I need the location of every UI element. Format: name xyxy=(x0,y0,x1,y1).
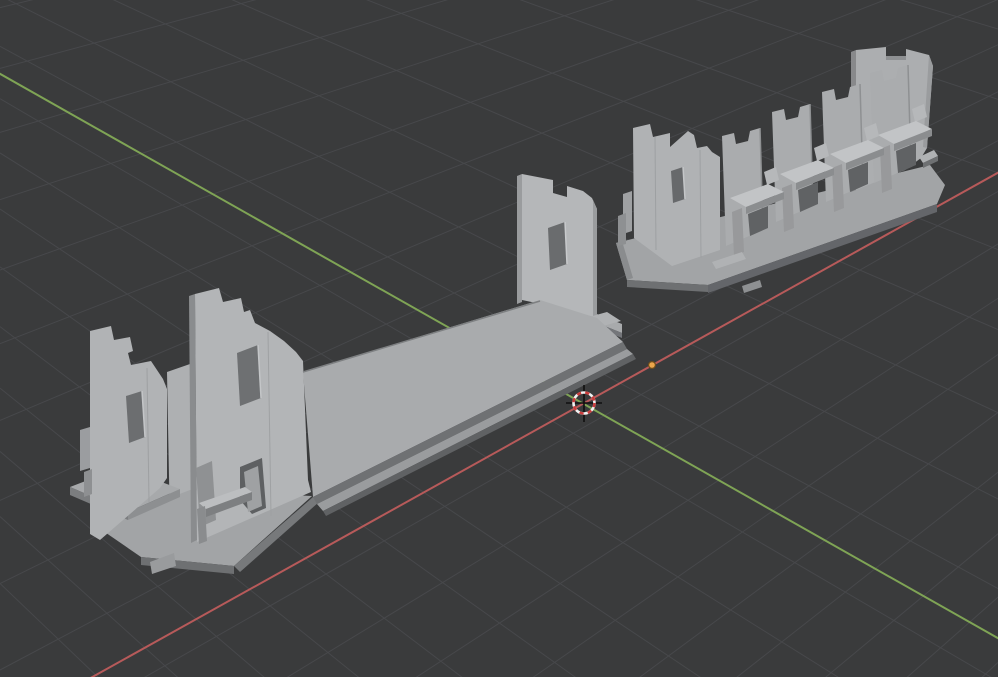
wall-right-edge xyxy=(593,200,597,318)
window-opening xyxy=(237,345,261,406)
wall-left-edge xyxy=(517,174,522,304)
wall-side-tab xyxy=(618,213,626,246)
3d-viewport[interactable] xyxy=(0,0,998,677)
object-origin-point[interactable] xyxy=(647,361,656,370)
wall-side-tab xyxy=(84,469,92,497)
wall-side-tab xyxy=(80,427,90,471)
window-opening xyxy=(548,222,567,270)
tower-notch xyxy=(886,56,906,60)
viewport-canvas[interactable] xyxy=(0,0,998,677)
